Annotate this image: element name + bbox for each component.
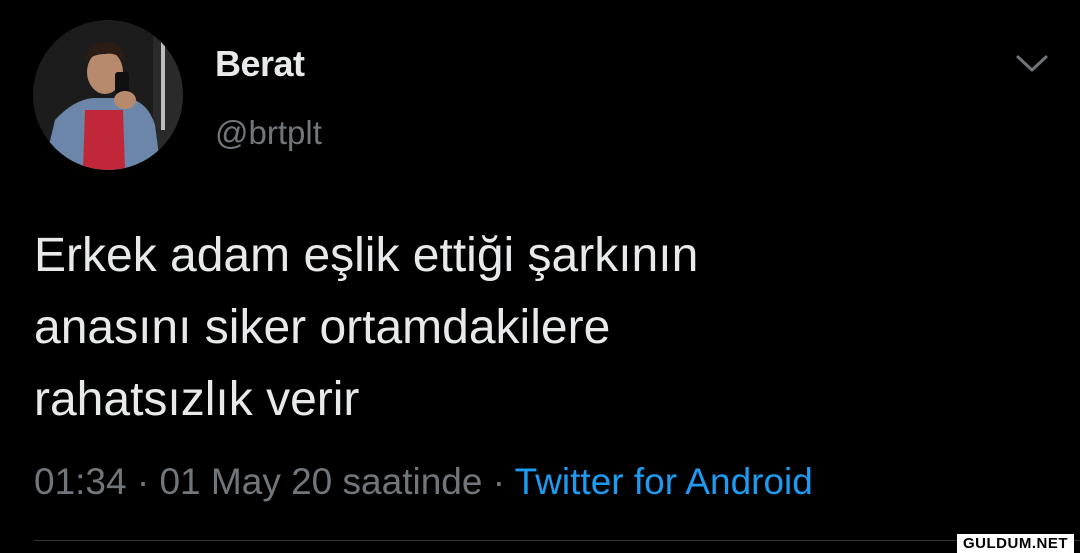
tweet-text: Erkek adam eşlik ettiği şarkının anasını… [34,220,1034,436]
watermark: GULDUM.NET [957,534,1074,553]
avatar-photo [33,20,183,170]
author-handle[interactable]: @brtplt [215,113,322,153]
tweet-text-line: anasını siker ortamdakilere [34,301,611,354]
divider [34,540,1080,541]
meta-separator: · [492,461,506,502]
author-name[interactable]: Berat [215,42,305,86]
meta-separator: · [136,461,150,502]
author-avatar[interactable] [33,20,183,170]
tweet-time[interactable]: 01:34 [34,461,127,502]
tweet-text-line: rahatsızlık verir [34,373,360,426]
tweet-text-line: Erkek adam eşlik ettiği şarkının [34,229,699,282]
tweet-source-link[interactable]: Twitter for Android [515,461,813,502]
chevron-down-icon[interactable] [1014,48,1050,78]
tweet-date[interactable]: 01 May 20 saatinde [159,461,482,502]
tweet-meta: 01:34 · 01 May 20 saatinde · Twitter for… [34,458,813,506]
